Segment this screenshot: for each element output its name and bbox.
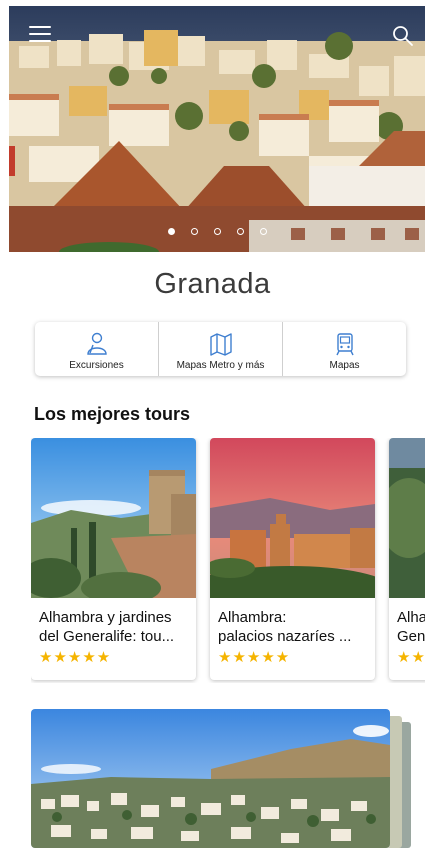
tour-image [210, 438, 375, 598]
tour-rating-stars: ★★★★★ [39, 649, 112, 666]
tour-rating-stars: ★★★★★ [218, 649, 291, 666]
carousel-dot-3[interactable] [213, 228, 221, 235]
folded-map-icon [209, 333, 232, 356]
tour-image [389, 438, 425, 598]
tour-card[interactable]: Alhambra y jardines del Generalife: tou.… [31, 438, 196, 680]
tour-title: Alhambra y jardines del Generalife: tou.… [39, 609, 175, 645]
menu-icon[interactable] [29, 26, 51, 44]
carousel-dot-2[interactable] [190, 228, 198, 235]
tour-card[interactable]: Alha Gen ★★ [389, 438, 425, 680]
tour-card[interactable]: Alhambra: palacios nazaríes ... ★★★★★ [210, 438, 375, 680]
section-title-top-tours: Los mejores tours [34, 404, 191, 424]
tour-image [31, 438, 196, 598]
maps-label: Mapas [329, 360, 360, 371]
hero-carousel[interactable] [9, 6, 425, 252]
hero-image [9, 6, 425, 252]
excursions-label: Excursiones [69, 360, 124, 371]
metro-maps-button[interactable]: Mapas Metro y más [159, 322, 283, 376]
metro-maps-label: Mapas Metro y más [176, 360, 265, 371]
guide-person-icon [86, 332, 107, 355]
carousel-dot-1[interactable] [167, 228, 175, 235]
carousel-dots[interactable] [9, 228, 425, 235]
carousel-dot-4[interactable] [236, 228, 244, 235]
tours-carousel[interactable]: Alhambra y jardines del Generalife: tou.… [31, 438, 425, 683]
search-icon[interactable] [391, 24, 415, 48]
train-icon [335, 333, 354, 356]
featured-image [31, 709, 390, 848]
tour-title: Alha Gen [397, 609, 425, 645]
maps-button[interactable]: Mapas [283, 322, 406, 376]
featured-card[interactable] [31, 709, 390, 848]
tour-title: Alhambra: palacios nazaríes ... [218, 609, 352, 645]
carousel-dot-5[interactable] [259, 228, 267, 235]
excursions-button[interactable]: Excursiones [35, 322, 159, 376]
quick-actions: Excursiones Mapas Metro y más Mapas [35, 322, 406, 376]
city-title: Granada [154, 268, 271, 300]
tour-rating-stars: ★★ [397, 649, 425, 666]
